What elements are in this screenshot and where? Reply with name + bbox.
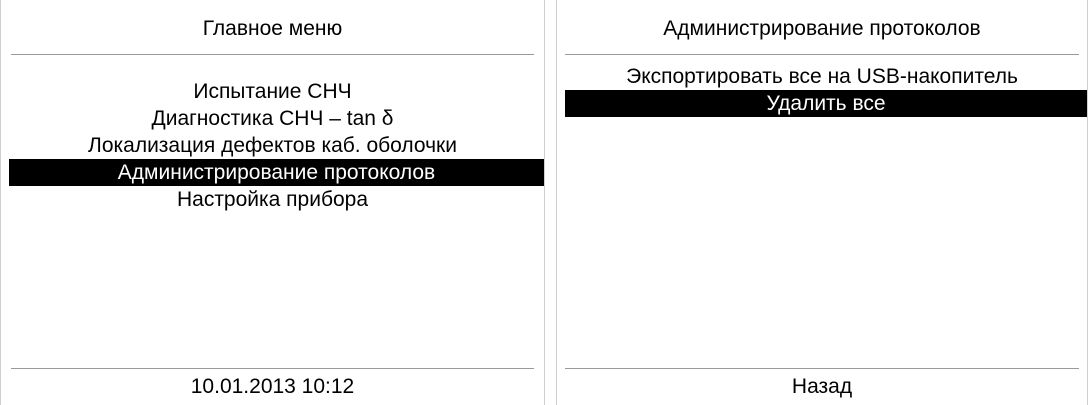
menu-item-protocol-admin[interactable]: Администрирование протоколов [9, 159, 544, 186]
title-divider [565, 54, 1079, 55]
menu-item-sheath-fault-location[interactable]: Локализация дефектов каб. оболочки [1, 132, 544, 159]
main-menu-panel: Главное меню Испытание СНЧ Диагностика С… [0, 0, 545, 405]
menu-item-export-usb[interactable]: Экспортировать все на USB-накопитель [557, 63, 1087, 90]
protocol-admin-list: Экспортировать все на USB-накопитель Уда… [557, 63, 1087, 117]
menu-item-device-settings[interactable]: Настройка прибора [1, 186, 544, 213]
datetime-display: 10.01.2013 10:12 [190, 375, 355, 398]
main-menu-title: Главное меню [202, 16, 343, 40]
device-screens: Главное меню Испытание СНЧ Диагностика С… [0, 0, 1088, 405]
main-menu-list: Испытание СНЧ Диагностика СНЧ – tan δ Ло… [1, 78, 544, 213]
menu-item-vlf-test[interactable]: Испытание СНЧ [1, 78, 544, 105]
back-button[interactable]: Назад [557, 369, 1087, 405]
protocol-admin-panel: Администрирование протоколов Экспортиров… [556, 0, 1088, 405]
protocol-admin-title: Администрирование протоколов [663, 16, 981, 40]
menu-item-vlf-tan-delta[interactable]: Диагностика СНЧ – tan δ [1, 105, 544, 132]
menu-item-delete-all[interactable]: Удалить все [565, 90, 1087, 117]
title-divider [11, 54, 534, 55]
